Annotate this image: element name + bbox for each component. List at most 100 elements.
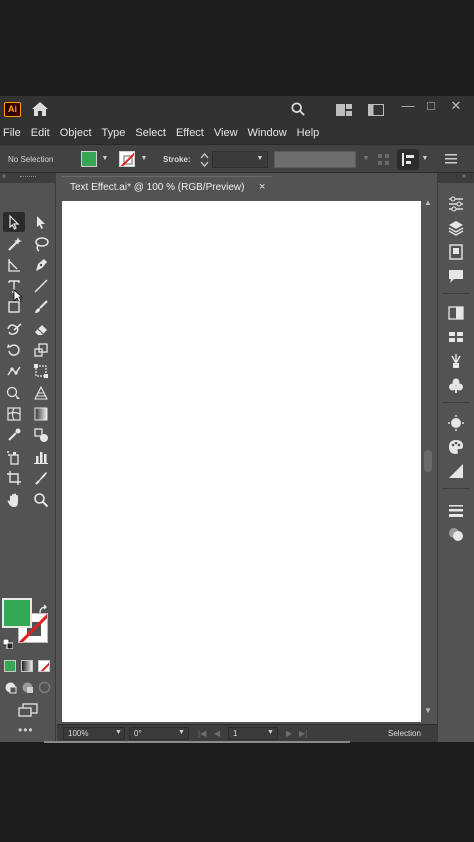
rotate-tool[interactable] (3, 340, 25, 360)
slice-tool[interactable] (30, 468, 52, 488)
artboard[interactable] (62, 201, 421, 722)
close-tab-icon[interactable]: × (259, 181, 265, 193)
eraser-tool[interactable] (30, 319, 52, 339)
scroll-up-icon[interactable]: ▲ (424, 198, 432, 207)
gradient-panel-icon[interactable] (447, 462, 465, 480)
menu-object[interactable]: Object (59, 127, 97, 139)
search-icon[interactable] (290, 102, 306, 116)
line-segment-tool[interactable] (30, 276, 52, 296)
puppet-warp-tool[interactable] (3, 361, 25, 381)
gradient-tool[interactable] (30, 404, 52, 424)
draw-inside-icon[interactable] (38, 681, 51, 694)
perspective-grid-tool[interactable] (30, 383, 52, 403)
previous-artboard-icon[interactable]: ◀ (214, 729, 220, 738)
stroke-weight-stepper[interactable] (200, 152, 209, 168)
paintbrush-icon (35, 300, 48, 313)
workspace-switcher-icon[interactable] (368, 104, 384, 116)
free-transform-tool[interactable] (30, 361, 52, 381)
align-button[interactable] (397, 149, 419, 170)
none-color-icon (120, 152, 134, 166)
minimize-button[interactable]: — (398, 98, 418, 116)
layers-icon[interactable] (447, 219, 465, 237)
curvature-tool[interactable] (3, 255, 25, 275)
scale-tool[interactable] (30, 340, 52, 360)
menu-window[interactable]: Window (247, 127, 292, 139)
properties-icon[interactable] (447, 195, 465, 213)
screen-mode-icon[interactable] (18, 703, 38, 717)
panel-collapse-strip[interactable]: » (437, 173, 474, 183)
libraries-icon[interactable] (447, 243, 465, 261)
menu-select[interactable]: Select (134, 127, 171, 139)
eyedropper-icon (8, 428, 21, 441)
toolbar-collapse-strip[interactable]: « (0, 173, 56, 183)
gradient-mode-button[interactable] (21, 660, 33, 672)
vertical-scrollbar[interactable]: ▲ ▼ (422, 198, 434, 724)
arrange-documents-icon[interactable] (336, 104, 352, 116)
direct-selection-tool[interactable] (30, 212, 52, 232)
stroke-swatch[interactable] (119, 151, 135, 167)
menu-view[interactable]: View (213, 127, 243, 139)
first-artboard-icon[interactable]: |◀ (198, 729, 206, 738)
rectangle-icon (8, 301, 20, 313)
shape-builder-tool[interactable] (3, 383, 25, 403)
mesh-tool[interactable] (3, 404, 25, 424)
close-window-button[interactable]: ✕ (446, 98, 466, 116)
hand-tool[interactable] (3, 490, 25, 510)
selection-tool[interactable] (3, 212, 25, 232)
stroke-panel-icon[interactable] (447, 501, 465, 519)
edit-toolbar-button[interactable]: ••• (18, 723, 34, 737)
symbol-sprayer-tool[interactable] (3, 447, 25, 467)
next-artboard-icon[interactable]: ▶ (286, 729, 292, 738)
blend-tool[interactable] (30, 425, 52, 445)
style-dropdown[interactable] (274, 151, 356, 168)
pen-tool[interactable] (30, 255, 52, 275)
fill-color-box[interactable] (2, 598, 32, 628)
artboard-tool[interactable] (3, 468, 25, 488)
maximize-button[interactable]: □ (421, 98, 441, 116)
tools-panel: ••• (0, 183, 56, 742)
swatches-icon[interactable] (447, 328, 465, 346)
color-mode-button[interactable] (4, 660, 16, 672)
paintbrush-tool[interactable] (30, 297, 52, 317)
default-fill-stroke-icon[interactable] (3, 639, 13, 649)
none-mode-button[interactable] (38, 660, 50, 672)
last-artboard-icon[interactable]: ▶| (299, 729, 307, 738)
canvas-area[interactable] (57, 198, 437, 724)
pathfinder-icon[interactable] (447, 525, 465, 543)
symbol-sprayer-icon (7, 451, 19, 465)
eyedropper-tool[interactable] (3, 425, 25, 445)
artboard-dropdown-arrow[interactable]: ▼ (267, 729, 274, 736)
symbols-icon[interactable] (447, 376, 465, 394)
magic-wand-tool[interactable] (3, 234, 25, 254)
stroke-weight-dropdown-arrow[interactable]: ▼ (256, 155, 264, 163)
color-palette-icon[interactable] (447, 438, 465, 456)
draw-behind-icon[interactable] (21, 681, 34, 694)
scroll-down-icon[interactable]: ▼ (424, 706, 432, 715)
transparency-icon[interactable] (447, 304, 465, 322)
draw-normal-icon[interactable] (4, 681, 17, 694)
fill-dropdown-arrow[interactable]: ▼ (101, 155, 109, 163)
brushes-icon[interactable] (447, 352, 465, 370)
comments-icon[interactable] (447, 267, 465, 285)
lasso-tool[interactable] (30, 234, 52, 254)
stroke-dropdown-arrow[interactable]: ▼ (140, 155, 148, 163)
menu-file[interactable]: File (2, 127, 26, 139)
rotation-dropdown-arrow[interactable]: ▼ (178, 729, 185, 736)
home-icon[interactable] (31, 101, 49, 117)
menu-edit[interactable]: Edit (30, 127, 55, 139)
puppet-warp-icon (7, 366, 21, 376)
rectangle-tool[interactable] (3, 297, 25, 317)
shaper-tool[interactable] (3, 319, 25, 339)
menu-effect[interactable]: Effect (175, 127, 209, 139)
panel-menu-icon[interactable] (445, 154, 457, 164)
align-dropdown-arrow[interactable]: ▼ (421, 155, 429, 163)
scrollbar-thumb[interactable] (424, 450, 432, 472)
document-tab[interactable]: Text Effect.ai* @ 100 % (RGB/Preview) × (62, 176, 272, 198)
menu-help[interactable]: Help (296, 127, 325, 139)
column-graph-tool[interactable] (30, 447, 52, 467)
fill-swatch[interactable] (81, 151, 97, 167)
zoom-dropdown-arrow[interactable]: ▼ (115, 729, 122, 736)
zoom-tool[interactable] (30, 490, 52, 510)
appearance-icon[interactable] (447, 414, 465, 432)
menu-type[interactable]: Type (101, 127, 131, 139)
